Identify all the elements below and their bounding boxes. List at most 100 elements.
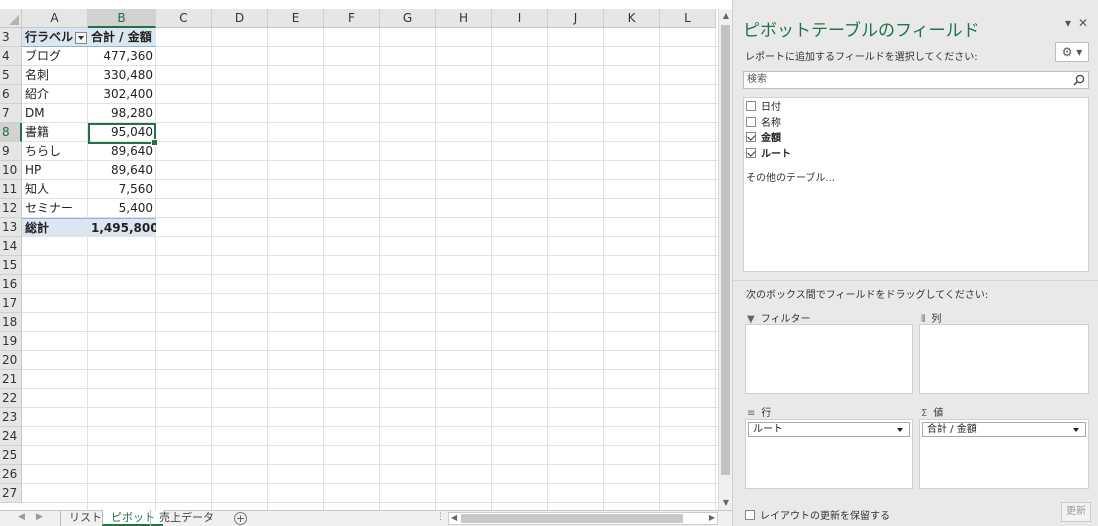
tab-splitter-icon[interactable]: ⋮ — [436, 512, 445, 522]
row-header-10[interactable]: 10 — [0, 161, 22, 180]
select-all-corner[interactable] — [0, 9, 22, 28]
hscroll-thumb[interactable] — [461, 514, 683, 523]
column-header-i[interactable]: I — [492, 9, 548, 28]
column-header-l[interactable]: L — [660, 9, 716, 28]
filter-drop-area[interactable] — [745, 324, 913, 394]
pivot-row-label[interactable]: ちらし — [22, 142, 88, 161]
field-item[interactable]: 名称 — [746, 116, 781, 131]
column-header-a[interactable]: A — [22, 9, 88, 28]
pivot-row-label[interactable]: 紹介 — [22, 85, 88, 104]
pivot-row-label[interactable]: セミナー — [22, 199, 88, 218]
field-item[interactable]: 日付 — [746, 101, 781, 115]
columns-drop-area[interactable] — [919, 324, 1089, 394]
column-header-b[interactable]: B — [88, 9, 156, 28]
row-header-14[interactable]: 14 — [0, 237, 22, 256]
next-sheet-icon[interactable]: ▶ — [36, 512, 43, 522]
row-header-9[interactable]: 9 — [0, 142, 22, 161]
row-header-23[interactable]: 23 — [0, 408, 22, 427]
pivot-row-label[interactable]: ブログ — [22, 47, 88, 66]
pivot-row-value[interactable]: 302,400 — [88, 85, 156, 104]
row-header-7[interactable]: 7 — [0, 104, 22, 123]
row-header-5[interactable]: 5 — [0, 66, 22, 85]
column-header-d[interactable]: D — [212, 9, 268, 28]
more-tables-link[interactable]: その他のテーブル... — [746, 169, 835, 184]
row-header-15[interactable]: 15 — [0, 256, 22, 275]
close-icon[interactable]: ✕ — [1078, 16, 1088, 30]
column-header-g[interactable]: G — [380, 9, 436, 28]
checkbox-icon[interactable] — [746, 132, 756, 142]
row-header-12[interactable]: 12 — [0, 199, 22, 218]
row-header-24[interactable]: 24 — [0, 427, 22, 446]
pivot-row-value[interactable]: 98,280 — [88, 104, 156, 123]
rows-field-item[interactable]: ルート — [748, 422, 910, 437]
row-header-27[interactable]: 27 — [0, 484, 22, 503]
pivot-grand-total-label[interactable]: 総計 — [22, 218, 88, 237]
column-header-h[interactable]: H — [436, 9, 492, 28]
pivot-row-value[interactable]: 7,560 — [88, 180, 156, 199]
row-header-8[interactable]: 8 — [0, 123, 22, 142]
row-header-6[interactable]: 6 — [0, 85, 22, 104]
chevron-down-icon[interactable] — [1073, 428, 1079, 432]
filter-dropdown-icon[interactable] — [75, 31, 88, 44]
scroll-thumb[interactable] — [721, 25, 730, 475]
pivot-row-label-header[interactable]: 行ラベル — [22, 28, 88, 47]
row-header-11[interactable]: 11 — [0, 180, 22, 199]
rows-icon: ≡ — [747, 408, 756, 419]
field-search-input[interactable]: 検索 — [743, 71, 1089, 89]
pivot-row-label[interactable]: 書籍 — [22, 123, 88, 142]
row-header-20[interactable]: 20 — [0, 351, 22, 370]
update-button[interactable]: 更新 — [1061, 502, 1091, 522]
vertical-scrollbar[interactable]: ▲ ▼ — [718, 9, 732, 510]
sheet-tab-3[interactable]: 売上データ — [150, 510, 222, 526]
checkbox-icon[interactable] — [746, 116, 756, 127]
gear-icon[interactable]: ⚙ ▾ — [1055, 42, 1089, 62]
row-header-17[interactable]: 17 — [0, 294, 22, 313]
row-header-19[interactable]: 19 — [0, 332, 22, 351]
values-field-item[interactable]: 合計 / 金額 — [922, 422, 1086, 437]
scroll-up-icon[interactable]: ▲ — [719, 9, 733, 23]
pivot-row-label[interactable]: HP — [22, 161, 88, 180]
pivot-row-value[interactable]: 330,480 — [88, 66, 156, 85]
column-header-c[interactable]: C — [156, 9, 212, 28]
pivot-row-label[interactable]: DM — [22, 104, 88, 123]
values-drop-area[interactable]: 合計 / 金額 — [919, 419, 1089, 489]
column-header-j[interactable]: J — [548, 9, 604, 28]
chevron-down-icon[interactable] — [897, 428, 903, 432]
checkbox-icon[interactable] — [746, 101, 756, 111]
checkbox-icon[interactable] — [746, 147, 756, 158]
pivot-row-value[interactable]: 89,640 — [88, 161, 156, 180]
prev-sheet-icon[interactable]: ◀ — [18, 512, 25, 522]
row-header-21[interactable]: 21 — [0, 370, 22, 389]
row-header-18[interactable]: 18 — [0, 313, 22, 332]
pivot-row-label[interactable]: 知人 — [22, 180, 88, 199]
scroll-left-icon[interactable]: ◀ — [451, 513, 457, 522]
add-sheet-button[interactable]: + — [234, 512, 247, 525]
row-header-22[interactable]: 22 — [0, 389, 22, 408]
field-item[interactable]: 金額 — [746, 132, 781, 146]
column-header-e[interactable]: E — [268, 9, 324, 28]
pivot-row-value[interactable]: 5,400 — [88, 199, 156, 218]
horizontal-scrollbar[interactable]: ◀ ▶ — [448, 512, 718, 525]
pivot-row-value[interactable]: 89,640 — [88, 142, 156, 161]
field-item[interactable]: ルート — [746, 147, 791, 162]
row-header-4[interactable]: 4 — [0, 47, 22, 66]
pane-splitter[interactable] — [733, 280, 1098, 281]
scroll-right-icon[interactable]: ▶ — [709, 513, 715, 522]
row-header-16[interactable]: 16 — [0, 275, 22, 294]
scroll-down-icon[interactable]: ▼ — [719, 496, 733, 510]
search-icon[interactable] — [1073, 74, 1085, 86]
row-header-13[interactable]: 13 — [0, 218, 22, 237]
pivot-grand-total-value[interactable]: 1,495,800 — [88, 218, 156, 237]
pivot-value-header[interactable]: 合計 / 金額 — [88, 28, 156, 47]
pivot-row-label[interactable]: 名刺 — [22, 66, 88, 85]
pivot-row-value[interactable]: 477,360 — [88, 47, 156, 66]
pane-options-chevron-icon[interactable]: ▾ — [1065, 16, 1071, 30]
rows-drop-area[interactable]: ルート — [745, 419, 913, 489]
column-header-k[interactable]: K — [604, 9, 660, 28]
checkbox-icon[interactable] — [745, 510, 755, 520]
column-header-f[interactable]: F — [324, 9, 380, 28]
row-header-25[interactable]: 25 — [0, 446, 22, 465]
defer-update-checkbox[interactable]: レイアウトの更新を保留する — [745, 507, 890, 522]
row-header-26[interactable]: 26 — [0, 465, 22, 484]
row-header-3[interactable]: 3 — [0, 28, 22, 47]
